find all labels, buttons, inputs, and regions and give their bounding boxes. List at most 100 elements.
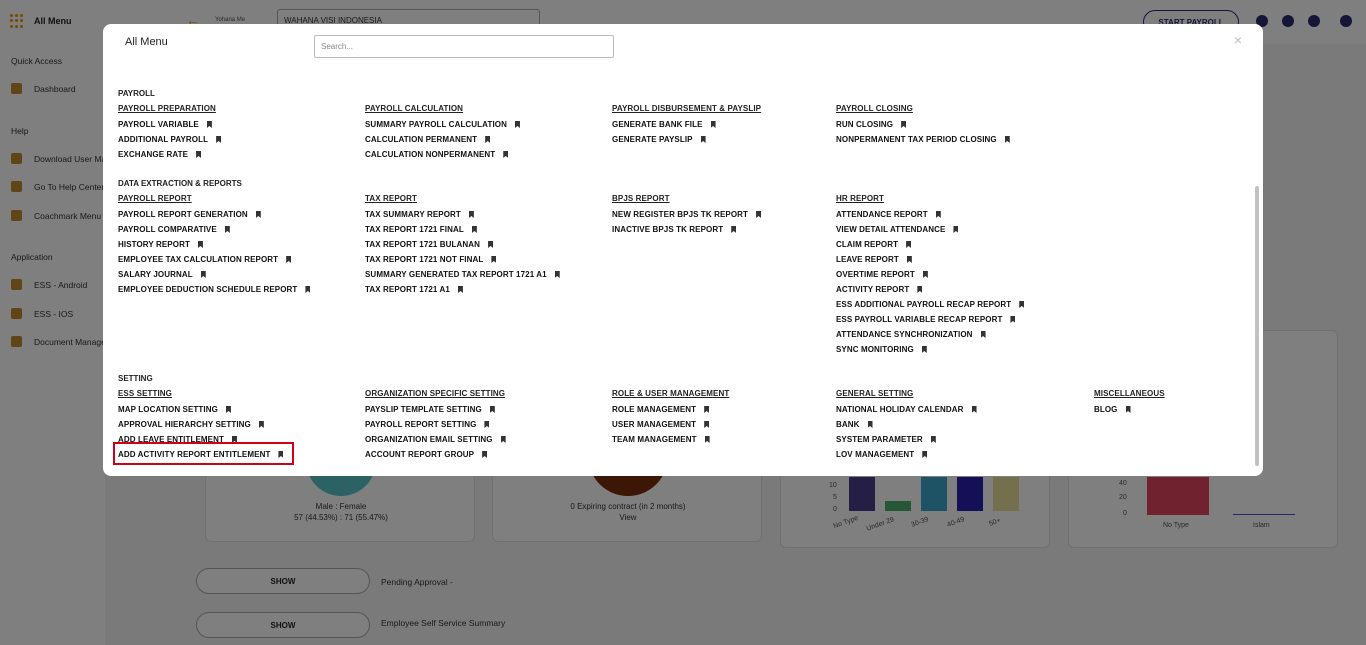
menu-item-overtime-report[interactable]: OVERTIME REPORT	[836, 270, 928, 279]
bookmark-icon[interactable]	[1010, 316, 1016, 323]
menu-item-attendance-report[interactable]: ATTENDANCE REPORT	[836, 210, 941, 219]
menu-item-organization-email-setting[interactable]: ORGANIZATION EMAIL SETTING	[365, 435, 506, 444]
bookmark-icon[interactable]	[906, 241, 912, 248]
bookmark-icon[interactable]	[704, 421, 710, 428]
menu-item-tax-summary-report[interactable]: TAX SUMMARY REPORT	[365, 210, 474, 219]
menu-item-calculation-permanent[interactable]: CALCULATION PERMANENT	[365, 135, 491, 144]
bookmark-icon[interactable]	[514, 121, 520, 128]
menu-item-team-management[interactable]: TEAM MANAGEMENT	[612, 435, 710, 444]
category-payroll-calculation[interactable]: PAYROLL CALCULATION	[365, 104, 463, 113]
menu-item-account-report-group[interactable]: ACCOUNT REPORT GROUP	[365, 450, 488, 459]
menu-item-ess-payroll-variable-recap-report[interactable]: ESS PAYROLL VARIABLE RECAP REPORT	[836, 315, 1016, 324]
bookmark-icon[interactable]	[554, 271, 560, 278]
menu-item-nonpermanent-tax-period-closing[interactable]: NONPERMANENT TAX PERIOD CLOSING	[836, 135, 1010, 144]
bookmark-icon[interactable]	[305, 286, 311, 293]
menu-item-inactive-bpjs-tk-report[interactable]: INACTIVE BPJS TK REPORT	[612, 225, 737, 234]
menu-item-leave-report[interactable]: LEAVE REPORT	[836, 255, 912, 264]
bookmark-icon[interactable]	[255, 211, 261, 218]
bookmark-icon[interactable]	[206, 121, 212, 128]
search-input[interactable]	[314, 35, 614, 58]
menu-item-lov-management[interactable]: LOV MANAGEMENT	[836, 450, 928, 459]
menu-item-approval-hierarchy-setting[interactable]: APPROVAL HIERARCHY SETTING	[118, 420, 264, 429]
menu-item-payroll-comparative[interactable]: PAYROLL COMPARATIVE	[118, 225, 230, 234]
menu-item-user-management[interactable]: USER MANAGEMENT	[612, 420, 710, 429]
bookmark-icon[interactable]	[756, 211, 762, 218]
bookmark-icon[interactable]	[971, 406, 977, 413]
menu-item-payslip-template-setting[interactable]: PAYSLIP TEMPLATE SETTING	[365, 405, 495, 414]
menu-item-ess-additional-payroll-recap-report[interactable]: ESS ADDITIONAL PAYROLL RECAP REPORT	[836, 300, 1025, 309]
menu-item-generate-payslip[interactable]: GENERATE PAYSLIP	[612, 135, 706, 144]
bookmark-icon[interactable]	[488, 241, 494, 248]
menu-item-sync-monitoring[interactable]: SYNC MONITORING	[836, 345, 927, 354]
bookmark-icon[interactable]	[485, 136, 491, 143]
bookmark-icon[interactable]	[224, 226, 230, 233]
menu-item-attendance-synchronization[interactable]: ATTENDANCE SYNCHRONIZATION	[836, 330, 986, 339]
bookmark-icon[interactable]	[921, 346, 927, 353]
menu-item-summary-payroll-calculation[interactable]: SUMMARY PAYROLL CALCULATION	[365, 120, 520, 129]
menu-item-tax-report-1721-a1[interactable]: TAX REPORT 1721 A1	[365, 285, 463, 294]
bookmark-icon[interactable]	[901, 121, 907, 128]
menu-item-additional-payroll[interactable]: ADDITIONAL PAYROLL	[118, 135, 222, 144]
menu-item-salary-journal[interactable]: SALARY JOURNAL	[118, 270, 206, 279]
bookmark-icon[interactable]	[731, 226, 737, 233]
bookmark-icon[interactable]	[200, 271, 206, 278]
category-organization-specific-setting[interactable]: ORGANIZATION SPECIFIC SETTING	[365, 389, 505, 398]
bookmark-icon[interactable]	[482, 451, 488, 458]
category-payroll-report[interactable]: PAYROLL REPORT	[118, 194, 192, 203]
menu-item-national-holiday-calendar[interactable]: NATIONAL HOLIDAY CALENDAR	[836, 405, 977, 414]
bookmark-icon[interactable]	[468, 211, 474, 218]
bookmark-icon[interactable]	[710, 121, 716, 128]
menu-item-claim-report[interactable]: CLAIM REPORT	[836, 240, 912, 249]
menu-item-system-parameter[interactable]: SYSTEM PARAMETER	[836, 435, 936, 444]
bookmark-icon[interactable]	[500, 436, 506, 443]
category-payroll-disbursement-payslip[interactable]: PAYROLL DISBURSEMENT & PAYSLIP	[612, 104, 761, 113]
menu-item-tax-report-1721-final[interactable]: TAX REPORT 1721 FINAL	[365, 225, 477, 234]
bookmark-icon[interactable]	[489, 406, 495, 413]
bookmark-icon[interactable]	[491, 256, 497, 263]
bookmark-icon[interactable]	[258, 421, 264, 428]
bookmark-icon[interactable]	[457, 286, 463, 293]
category-general-setting[interactable]: GENERAL SETTING	[836, 389, 913, 398]
menu-item-map-location-setting[interactable]: MAP LOCATION SETTING	[118, 405, 231, 414]
category-payroll-closing[interactable]: PAYROLL CLOSING	[836, 104, 913, 113]
menu-item-employee-deduction-schedule-report[interactable]: EMPLOYEE DEDUCTION SCHEDULE REPORT	[118, 285, 311, 294]
menu-item-run-closing[interactable]: RUN CLOSING	[836, 120, 907, 129]
bookmark-icon[interactable]	[704, 436, 710, 443]
bookmark-icon[interactable]	[953, 226, 959, 233]
bookmark-icon[interactable]	[922, 451, 928, 458]
menu-item-blog[interactable]: BLOG	[1094, 405, 1131, 414]
menu-item-tax-report-1721-not-final[interactable]: TAX REPORT 1721 NOT FINAL	[365, 255, 497, 264]
category-role-user-management[interactable]: ROLE & USER MANAGEMENT	[612, 389, 729, 398]
menu-item-view-detail-attendance[interactable]: VIEW DETAIL ATTENDANCE	[836, 225, 959, 234]
menu-item-tax-report-1721-bulanan[interactable]: TAX REPORT 1721 BULANAN	[365, 240, 494, 249]
menu-item-calculation-nonpermanent[interactable]: CALCULATION NONPERMANENT	[365, 150, 509, 159]
category-tax-report[interactable]: TAX REPORT	[365, 194, 417, 203]
bookmark-icon[interactable]	[935, 211, 941, 218]
category-bpjs-report[interactable]: BPJS REPORT	[612, 194, 670, 203]
menu-item-payroll-variable[interactable]: PAYROLL VARIABLE	[118, 120, 212, 129]
menu-item-summary-generated-tax-report-1721-a1[interactable]: SUMMARY GENERATED TAX REPORT 1721 A1	[365, 270, 560, 279]
bookmark-icon[interactable]	[503, 151, 509, 158]
bookmark-icon[interactable]	[930, 436, 936, 443]
menu-item-role-management[interactable]: ROLE MANAGEMENT	[612, 405, 710, 414]
bookmark-icon[interactable]	[471, 226, 477, 233]
category-payroll-preparation[interactable]: PAYROLL PREPARATION	[118, 104, 216, 113]
bookmark-icon[interactable]	[1004, 136, 1010, 143]
menu-item-employee-tax-calculation-report[interactable]: EMPLOYEE TAX CALCULATION REPORT	[118, 255, 292, 264]
close-icon[interactable]: ×	[1234, 32, 1242, 48]
bookmark-icon[interactable]	[867, 421, 873, 428]
bookmark-icon[interactable]	[216, 136, 222, 143]
bookmark-icon[interactable]	[1125, 406, 1131, 413]
bookmark-icon[interactable]	[980, 331, 986, 338]
menu-item-exchange-rate[interactable]: EXCHANGE RATE	[118, 150, 202, 159]
menu-item-activity-report[interactable]: ACTIVITY REPORT	[836, 285, 923, 294]
bookmark-icon[interactable]	[197, 241, 203, 248]
menu-item-bank[interactable]: BANK	[836, 420, 873, 429]
category-hr-report[interactable]: HR REPORT	[836, 194, 884, 203]
menu-item-history-report[interactable]: HISTORY REPORT	[118, 240, 203, 249]
category-miscellaneous[interactable]: MISCELLANEOUS	[1094, 389, 1165, 398]
bookmark-icon[interactable]	[196, 151, 202, 158]
bookmark-icon[interactable]	[286, 256, 292, 263]
menu-item-payroll-report-generation[interactable]: PAYROLL REPORT GENERATION	[118, 210, 261, 219]
menu-item-payroll-report-setting[interactable]: PAYROLL REPORT SETTING	[365, 420, 490, 429]
